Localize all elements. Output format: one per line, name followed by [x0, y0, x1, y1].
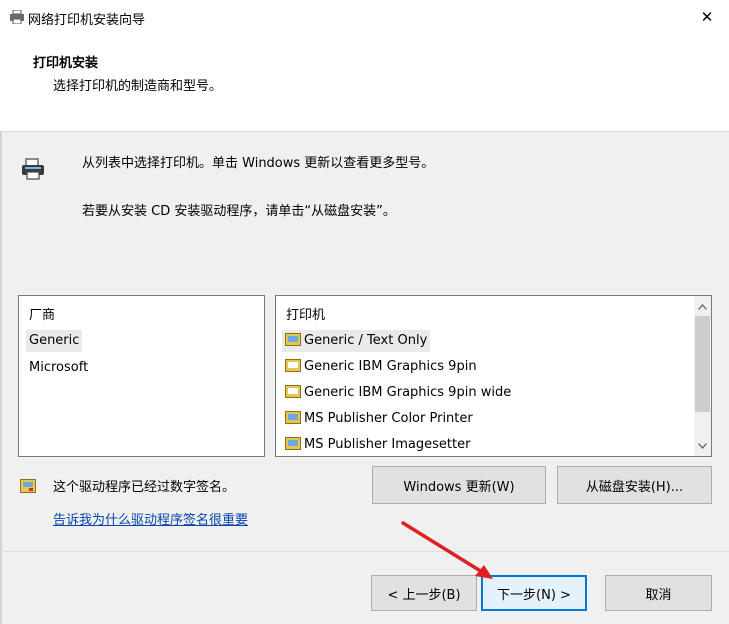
printer-item-label: MS Publisher Imagesetter — [304, 437, 471, 452]
close-button[interactable]: ✕ — [685, 0, 729, 34]
scroll-down-icon[interactable] — [694, 437, 711, 454]
instruction-line-1: 从列表中选择打印机。单击 Windows 更新以查看更多型号。 — [82, 156, 435, 171]
printer-item[interactable]: Generic IBM Graphics 9pin wide — [282, 382, 514, 404]
printer-list-header: 打印机 — [286, 308, 326, 323]
page-subtitle: 选择打印机的制造商和型号。 — [53, 79, 223, 94]
driver-icon — [285, 333, 301, 346]
printer-list-scrollbar[interactable] — [694, 296, 711, 456]
cancel-button[interactable]: 取消 — [605, 575, 712, 611]
printer-item[interactable]: Generic IBM Graphics 9pin — [282, 356, 480, 378]
printer-item-label: Generic IBM Graphics 9pin wide — [304, 385, 512, 400]
title-bar: 网络打印机安装向导 ✕ — [0, 0, 729, 34]
window-title: 网络打印机安装向导 — [28, 13, 146, 28]
annotation-arrow-icon — [401, 521, 493, 579]
printer-item-label: MS Publisher Color Printer — [304, 411, 473, 426]
driver-icon — [285, 437, 301, 450]
scrollbar-thumb[interactable] — [695, 316, 710, 412]
windows-update-button[interactable]: Windows 更新(W) — [372, 466, 546, 504]
printer-icon — [22, 158, 44, 180]
printer-item-label: Generic IBM Graphics 9pin — [304, 359, 477, 374]
manufacturer-list[interactable]: 厂商 Generic Microsoft — [18, 295, 265, 457]
page-title: 打印机安装 — [33, 56, 99, 71]
driver-icon — [285, 385, 301, 398]
printer-list[interactable]: 打印机 Generic / Text Only Generic IBM Grap… — [275, 295, 712, 457]
manufacturer-item-generic[interactable]: Generic — [26, 330, 83, 352]
driver-icon — [285, 411, 301, 424]
driver-icon — [285, 359, 301, 372]
manufacturer-item-microsoft[interactable]: Microsoft — [26, 357, 91, 379]
signature-status: 这个驱动程序已经过数字签名。 — [53, 480, 236, 495]
instruction-line-2: 若要从安装 CD 安装驱动程序，请单击“从磁盘安装”。 — [82, 204, 396, 219]
printer-item-label: Generic / Text Only — [304, 333, 428, 348]
certificate-icon — [20, 479, 36, 493]
close-icon: ✕ — [700, 8, 714, 26]
signature-info-link[interactable]: 告诉我为什么驱动程序签名很重要 — [53, 509, 248, 528]
printer-item[interactable]: MS Publisher Color Printer — [282, 408, 476, 430]
wizard-window: 网络打印机安装向导 ✕ 打印机安装 选择打印机的制造商和型号。 从列表中选择打印… — [0, 0, 729, 624]
manufacturer-list-header: 厂商 — [29, 308, 56, 323]
footer-divider — [0, 551, 729, 552]
scroll-up-icon[interactable] — [694, 298, 711, 315]
wizard-header: 打印机安装 选择打印机的制造商和型号。 — [0, 34, 729, 132]
printer-icon — [10, 10, 24, 24]
printer-item[interactable]: MS Publisher Imagesetter — [282, 434, 473, 456]
printer-item[interactable]: Generic / Text Only — [282, 330, 431, 352]
have-disk-button[interactable]: 从磁盘安装(H)... — [557, 466, 712, 504]
